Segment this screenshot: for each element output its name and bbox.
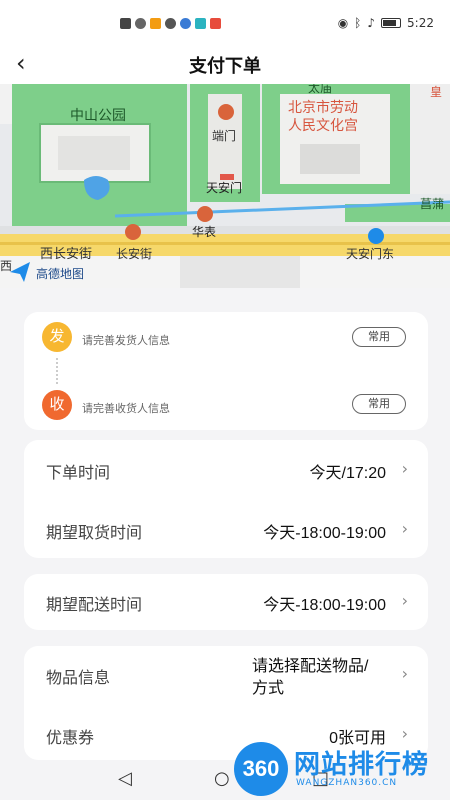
order-time-label: 下单时间 <box>46 465 111 482</box>
battery-icon <box>381 18 402 28</box>
map-label-workers-palace-1: 北京市劳动 <box>288 99 358 115</box>
map-label-workers-palace-2: 人民文化宫 <box>288 117 358 133</box>
goods-label: 物品信息 <box>46 670 111 687</box>
sender-frequent-button[interactable]: 常用 <box>352 327 406 347</box>
app-icon-red <box>210 18 221 29</box>
sender-hint[interactable]: 请完善发货人信息 <box>82 332 170 348</box>
pickup-time-value: 今天-18:00-19:00 <box>263 525 386 542</box>
watermark-subtext: WANGZHAN360.CN <box>296 778 398 788</box>
nav-bar: ‹ 支付下单 <box>0 46 450 84</box>
chevron-right-icon: › <box>401 459 408 478</box>
goods-info-row[interactable]: 物品信息 请选择配送物品/方式 › <box>24 646 428 706</box>
chevron-right-icon: › <box>401 519 408 538</box>
map-label-taimiao: 太庙 <box>308 84 332 95</box>
connector-dots <box>56 358 58 384</box>
app-icon-blue <box>180 18 191 29</box>
mute-icon: ♪ <box>367 16 376 30</box>
app-icon-gray <box>165 18 176 29</box>
receiver-hint[interactable]: 请完善收货人信息 <box>82 400 170 416</box>
map-label-huang: 皇 <box>430 85 442 99</box>
watermark: 360 网站排行榜 WANGZHAN360.CN <box>230 740 450 800</box>
map-graphic: 中山公园 端门 天安门 华表 西长安街 长安街 天安门东 北京市劳动 人民文化宫… <box>0 84 450 288</box>
order-time-row[interactable]: 下单时间 今天/17:20 › <box>24 440 428 500</box>
map-label-tiananmen-east: 天安门东 <box>346 246 394 261</box>
watermark-logo: 360 <box>234 742 288 796</box>
delivery-time-label: 期望配送时间 <box>46 597 143 614</box>
map-label-xichangan: 西长安街 <box>40 246 92 261</box>
map-label-xi: 西 <box>0 259 12 273</box>
bluetooth-icon: ᛒ <box>354 16 362 30</box>
map-label-puhe: 菖蒲 <box>420 197 444 211</box>
time-card: 下单时间 今天/17:20 › 期望取货时间 今天-18:00-19:00 › <box>24 440 428 558</box>
delivery-card: 期望配送时间 今天-18:00-19:00 › <box>24 574 428 630</box>
status-bar: ◉ ᛒ ♪ 5:22 <box>0 0 450 46</box>
map-label-duanmen: 端门 <box>212 128 236 143</box>
goods-value: 请选择配送物品/方式 <box>252 658 369 697</box>
chevron-right-icon: › <box>401 591 408 610</box>
app-icon-orange <box>150 18 161 29</box>
watermark-text: 网站排行榜 <box>294 749 430 779</box>
notification-icon <box>120 18 131 29</box>
delivery-time-row[interactable]: 期望配送时间 今天-18:00-19:00 › <box>24 572 428 632</box>
app-icon-teal <box>195 18 206 29</box>
nav-home-button[interactable]: ○ <box>214 768 230 789</box>
status-left-icons <box>120 18 221 29</box>
eye-icon: ◉ <box>337 16 349 30</box>
page-title: 支付下单 <box>189 56 261 76</box>
status-right: ◉ ᛒ ♪ 5:22 <box>338 16 434 30</box>
pickup-time-label: 期望取货时间 <box>46 525 143 542</box>
map-label-park: 中山公园 <box>70 107 126 123</box>
chevron-right-icon: › <box>401 664 408 683</box>
map-label-amap: 高德地图 <box>36 266 84 281</box>
address-card: 发 请完善发货人信息 常用 收 请完善收货人信息 常用 <box>24 312 428 430</box>
map-label-changanjie: 长安街 <box>116 246 152 261</box>
delivery-time-value: 今天-18:00-19:00 <box>263 597 386 614</box>
map-label-tiananmen: 天安门 <box>206 180 242 195</box>
receiver-badge: 收 <box>42 390 72 420</box>
pickup-time-row[interactable]: 期望取货时间 今天-18:00-19:00 › <box>24 500 428 560</box>
map-label-huabiao: 华表 <box>192 225 216 239</box>
coupon-label: 优惠券 <box>46 730 95 747</box>
map-view[interactable]: 中山公园 端门 天安门 华表 西长安街 长安街 天安门东 北京市劳动 人民文化宫… <box>0 84 450 288</box>
sender-badge: 发 <box>42 322 72 352</box>
order-time-value: 今天/17:20 <box>309 465 387 482</box>
wifi-icon <box>135 18 146 29</box>
status-time: 5:22 <box>407 16 434 30</box>
receiver-frequent-button[interactable]: 常用 <box>352 394 406 414</box>
nav-back-button[interactable]: ◁ <box>118 768 132 789</box>
